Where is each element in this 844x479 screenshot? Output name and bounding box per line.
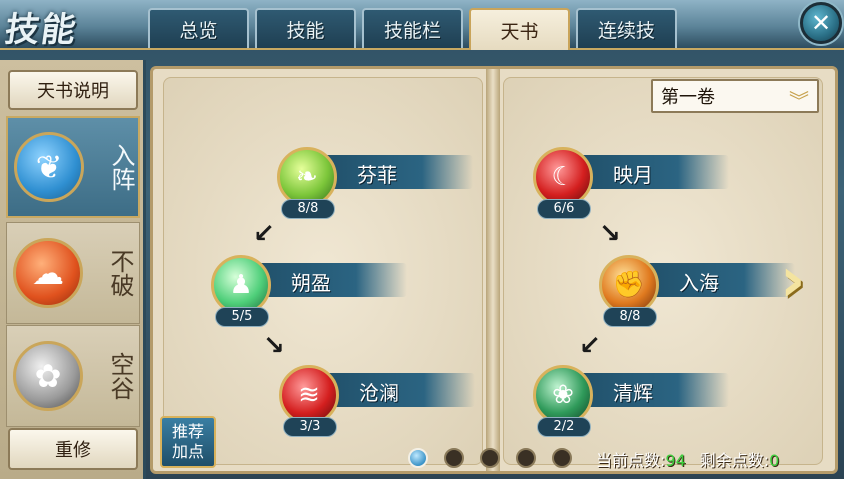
skill-level: 3/3 — [283, 417, 337, 437]
page-dot-3[interactable] — [480, 448, 500, 468]
arrow-down-right-icon: ↘ — [599, 219, 621, 249]
vine-icon: ❧ — [277, 147, 337, 207]
tab-tianshu[interactable]: 天书 — [469, 8, 570, 50]
skill-name: 沧澜 — [359, 381, 399, 405]
volume-select[interactable]: 第一卷 ︾ — [651, 79, 819, 113]
skill-node-fenfei[interactable]: ❧ 芬菲 8/8 — [277, 147, 477, 219]
recommend-points-button[interactable]: 推荐 加点 — [160, 416, 216, 468]
skill-name: 入海 — [679, 271, 719, 295]
skill-level: 5/5 — [215, 307, 269, 327]
skill-node-qinghui[interactable]: ❀ 清辉 2/2 — [533, 365, 733, 437]
wave-icon: ≋ — [279, 365, 339, 425]
page-dot-2[interactable] — [444, 448, 464, 468]
skill-name: 清辉 — [613, 381, 653, 405]
window-logo: 技能 — [2, 10, 81, 50]
tab-overview[interactable]: 总览 — [148, 8, 249, 48]
school-label: 不破 — [106, 249, 134, 297]
rebuild-button[interactable]: 重修 — [8, 428, 138, 470]
recommend-label-line2: 加点 — [171, 442, 204, 461]
skill-level: 2/2 — [537, 417, 591, 437]
feather-icon: ❦ — [14, 132, 84, 202]
arrow-down-left-icon: ↙ — [253, 219, 275, 249]
skill-node-canglan[interactable]: ≋ 沧澜 3/3 — [279, 365, 479, 437]
dancer-icon: ❀ — [533, 365, 593, 425]
skill-level: 6/6 — [537, 199, 591, 219]
arrow-down-right-icon: ↘ — [263, 331, 285, 361]
close-icon[interactable]: ✕ — [800, 2, 842, 44]
book-spine — [486, 69, 500, 471]
skill-level: 8/8 — [281, 199, 335, 219]
recommend-label-line1: 推荐 — [171, 422, 204, 441]
current-points-value: 94 — [665, 451, 686, 470]
figure-icon: ♟ — [211, 255, 271, 315]
page-indicator — [408, 448, 572, 468]
current-points-label: 当前点数: — [596, 451, 666, 470]
title-bar: 技能 总览 技能 技能栏 天书 连续技 ✕ — [0, 0, 844, 50]
page-dot-1[interactable] — [408, 448, 428, 468]
skill-node-yingyue[interactable]: ☾ 映月 6/6 — [533, 147, 733, 219]
tab-skill-bar[interactable]: 技能栏 — [362, 8, 463, 48]
school-sidebar: 天书说明 ❦ 入阵 ☁ 不破 ✿ 空谷 重修 — [0, 60, 146, 479]
skill-name: 芬菲 — [357, 163, 397, 187]
next-page-arrow-icon[interactable]: › — [780, 245, 824, 315]
arrow-down-left-icon: ↙ — [579, 331, 601, 361]
school-item-ruzhen[interactable]: ❦ 入阵 — [6, 116, 140, 218]
cloud-swirl-icon: ☁ — [13, 238, 83, 308]
school-label: 入阵 — [107, 143, 135, 191]
tab-bar: 总览 技能 技能栏 天书 连续技 — [148, 8, 677, 50]
volume-value: 第一卷 — [661, 87, 715, 108]
page-dot-4[interactable] — [516, 448, 536, 468]
skill-node-shuoying[interactable]: ♟ 朔盈 5/5 — [211, 255, 411, 327]
skill-name: 映月 — [613, 163, 653, 187]
skill-node-ruhai[interactable]: ✊ 入海 8/8 — [599, 255, 799, 327]
lotus-icon: ✿ — [13, 341, 83, 411]
school-item-bupo[interactable]: ☁ 不破 — [6, 222, 140, 324]
school-item-konggu[interactable]: ✿ 空谷 — [6, 325, 140, 427]
school-label: 空谷 — [106, 352, 134, 400]
remaining-points-value: 0 — [769, 451, 780, 470]
tab-combo[interactable]: 连续技 — [576, 8, 677, 48]
skill-name: 朔盈 — [291, 271, 331, 295]
page-dot-5[interactable] — [552, 448, 572, 468]
tianshu-info-button[interactable]: 天书说明 — [8, 70, 138, 110]
skill-level: 8/8 — [603, 307, 657, 327]
chevron-down-icon[interactable]: ︾ — [789, 85, 809, 114]
remaining-points-label: 剩余点数: — [699, 451, 770, 470]
fist-icon: ✊ — [599, 255, 659, 315]
moon-icon: ☾ — [533, 147, 593, 207]
tab-skills[interactable]: 技能 — [255, 8, 356, 48]
tianshu-book: 第一卷 ︾ ❧ 芬菲 8/8 ↙ ♟ 朔盈 5/5 ↘ ≋ 沧澜 3/3 ☾ 映… — [150, 66, 838, 474]
points-display: 当前点数:94 剩余点数:0 — [596, 447, 779, 471]
